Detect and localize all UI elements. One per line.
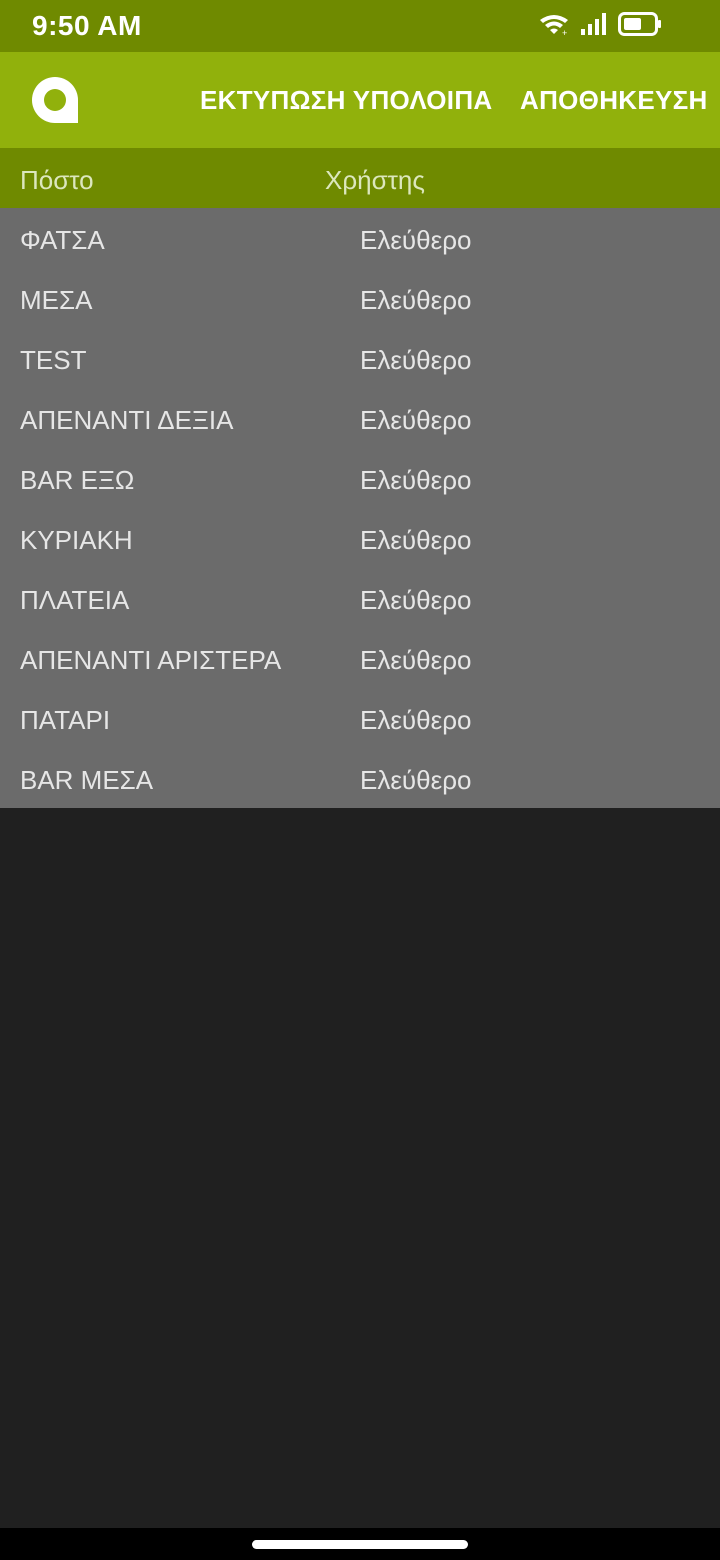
table-row[interactable]: BAR ΕΞΩ Ελεύθερο bbox=[0, 448, 720, 508]
posts-list: ΦΑΤΣΑ Ελεύθερο ΜΕΣΑ Ελεύθερο TEST Ελεύθε… bbox=[0, 208, 720, 808]
svg-text:+: + bbox=[562, 28, 567, 36]
wifi-icon: + bbox=[538, 12, 570, 41]
post-name: ΑΠΕΝΑΝΤΙ ΑΡΙΣΤΕΡΑ bbox=[20, 645, 282, 675]
post-name: BAR ΕΞΩ bbox=[20, 465, 135, 495]
post-user: Ελεύθερο bbox=[360, 645, 472, 675]
post-user: Ελεύθερο bbox=[360, 285, 472, 315]
system-nav-bar bbox=[0, 1528, 720, 1560]
post-name: ΦΑΤΣΑ bbox=[20, 225, 105, 255]
table-header: Πόστο Χρήστης bbox=[0, 148, 720, 208]
post-user: Ελεύθερο bbox=[360, 465, 472, 495]
post-name: ΚΥΡΙΑΚΗ bbox=[20, 525, 133, 555]
battery-level bbox=[624, 17, 641, 30]
home-gesture-handle[interactable] bbox=[252, 1540, 468, 1549]
app-bar: ΕΚΤΥΠΩΣΗ ΥΠΟΛΟΙΠΑ ΑΠΟΘΗΚΕΥΣΗ bbox=[0, 52, 720, 148]
table-row[interactable]: ΠΛΑΤΕΙΑ Ελεύθερο bbox=[0, 568, 720, 628]
table-row[interactable]: ΠΑΤΑΡΙ Ελεύθερο bbox=[0, 688, 720, 748]
post-name: ΜΕΣΑ bbox=[20, 285, 93, 315]
post-name: BAR ΜΕΣΑ bbox=[20, 765, 154, 795]
post-name: TEST bbox=[20, 345, 87, 375]
post-user: Ελεύθερο bbox=[360, 345, 472, 375]
save-button[interactable]: ΑΠΟΘΗΚΕΥΣΗ bbox=[520, 85, 708, 116]
table-row[interactable]: ΑΠΕΝΑΝΤΙ ΔΕΞΙΑ Ελεύθερο bbox=[0, 388, 720, 448]
table-row[interactable]: ΦΑΤΣΑ Ελεύθερο bbox=[0, 208, 720, 268]
column-header-user: Χρήστης bbox=[325, 165, 425, 195]
battery-icon bbox=[618, 11, 662, 41]
status-icons: + bbox=[538, 11, 662, 41]
post-user: Ελεύθερο bbox=[360, 225, 472, 255]
print-balances-button[interactable]: ΕΚΤΥΠΩΣΗ ΥΠΟΛΟΙΠΑ bbox=[200, 85, 492, 116]
table-row[interactable]: ΚΥΡΙΑΚΗ Ελεύθερο bbox=[0, 508, 720, 568]
status-bar: 9:50 AM + bbox=[0, 0, 720, 52]
status-time: 9:50 AM bbox=[32, 10, 142, 41]
table-row[interactable]: TEST Ελεύθερο bbox=[0, 328, 720, 388]
table-row[interactable]: BAR ΜΕΣΑ Ελεύθερο bbox=[0, 748, 720, 808]
post-user: Ελεύθερο bbox=[360, 705, 472, 735]
post-name: ΠΛΑΤΕΙΑ bbox=[20, 585, 130, 615]
post-name: ΠΑΤΑΡΙ bbox=[20, 705, 111, 735]
column-header-post: Πόστο bbox=[20, 165, 94, 195]
post-name: ΑΠΕΝΑΝΤΙ ΔΕΞΙΑ bbox=[20, 405, 234, 435]
table-row[interactable]: ΑΠΕΝΑΝΤΙ ΑΡΙΣΤΕΡΑ Ελεύθερο bbox=[0, 628, 720, 688]
app-logo-icon[interactable] bbox=[30, 75, 80, 125]
post-user: Ελεύθερο bbox=[360, 585, 472, 615]
signal-icon bbox=[580, 12, 608, 41]
post-user: Ελεύθερο bbox=[360, 525, 472, 555]
table-row[interactable]: ΜΕΣΑ Ελεύθερο bbox=[0, 268, 720, 328]
post-user: Ελεύθερο bbox=[360, 765, 472, 795]
post-user: Ελεύθερο bbox=[360, 405, 472, 435]
